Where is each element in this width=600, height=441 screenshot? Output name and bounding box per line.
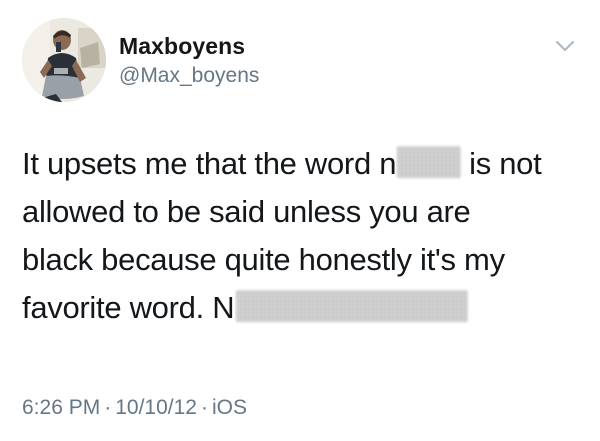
user-handle[interactable]: @Max_boyens — [119, 63, 259, 89]
tweet-meta: 6:26 PM · 10/10/12 · iOS — [22, 395, 247, 421]
tweet-card: Maxboyens @Max_boyens It upsets me that … — [0, 0, 600, 441]
avatar[interactable] — [22, 18, 106, 102]
chevron-down-icon[interactable] — [554, 38, 576, 54]
tweet-text-line-3: black because quite honestly it's my — [22, 242, 505, 277]
tweet-time[interactable]: 6:26 PM — [22, 396, 100, 419]
tweet-text-line-2: allowed to be said unless you are — [22, 194, 471, 229]
meta-separator: · — [200, 396, 208, 419]
tweet-date[interactable]: 10/10/12 — [115, 396, 197, 419]
tweet-text: It upsets me that the word n is not allow… — [22, 140, 582, 332]
meta-separator: · — [104, 396, 112, 419]
censored-word-blur — [397, 146, 462, 178]
tweet-text-line-1: It upsets me that the word n is not — [22, 140, 582, 188]
display-name[interactable]: Maxboyens — [119, 32, 259, 60]
avatar-photo — [22, 18, 106, 102]
tweet-source[interactable]: iOS — [212, 396, 247, 419]
tweet-text-line-4: favorite word. N — [22, 284, 582, 332]
tweet-text-segment: It upsets me that the word n — [22, 146, 397, 181]
author-names: Maxboyens @Max_boyens — [119, 32, 259, 89]
tweet-text-segment: favorite word. N — [22, 290, 235, 325]
tweet-header: Maxboyens @Max_boyens — [22, 18, 582, 104]
censored-word-blur — [236, 290, 469, 322]
tweet-text-segment: is not — [469, 146, 542, 181]
